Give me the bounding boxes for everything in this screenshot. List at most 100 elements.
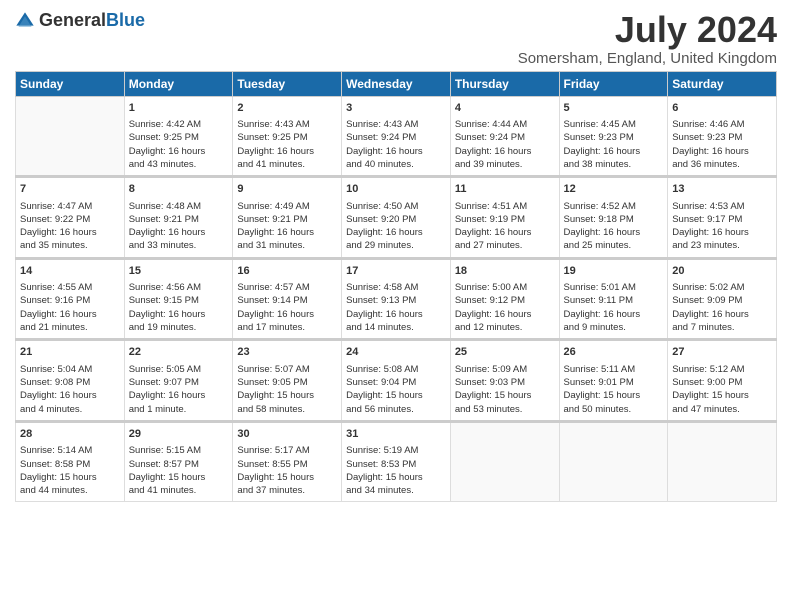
date-number: 14 (20, 264, 120, 279)
cell-text: and 44 minutes. (20, 484, 120, 497)
cell-text: Daylight: 16 hours (455, 226, 555, 239)
cell-text: Sunrise: 4:50 AM (346, 200, 446, 213)
cell-text: Sunrise: 5:19 AM (346, 444, 446, 457)
cell-text: Daylight: 15 hours (672, 389, 772, 402)
cell-text: and 17 minutes. (237, 321, 337, 334)
date-number: 15 (129, 264, 229, 279)
cell-text: Sunset: 9:23 PM (564, 131, 664, 144)
date-number: 9 (237, 182, 337, 197)
cell-text: Sunrise: 5:01 AM (564, 281, 664, 294)
cell-text: Sunrise: 4:42 AM (129, 118, 229, 131)
cell-text: Daylight: 16 hours (346, 308, 446, 321)
cell-text: and 40 minutes. (346, 158, 446, 171)
cell-text: and 33 minutes. (129, 239, 229, 252)
cell-text: Sunset: 9:13 PM (346, 294, 446, 307)
calendar-cell: 24Sunrise: 5:08 AMSunset: 9:04 PMDayligh… (342, 340, 451, 422)
header-cell-saturday: Saturday (668, 71, 777, 96)
calendar-week-3: 14 Sunrise: 4:55 AMSunset: 9:16 PM Dayligh… (16, 258, 777, 340)
cell-text: Daylight: 16 hours (672, 308, 772, 321)
calendar-cell: 1Sunrise: 4:42 AMSunset: 9:25 PMDaylight… (124, 96, 233, 177)
calendar-week-2: 7Sunrise: 4:47 AMSunset: 9:22 PMDaylight… (16, 177, 777, 259)
date-number: 1 (129, 101, 229, 116)
cell-text: Sunset: 9:21 PM (237, 213, 337, 226)
cell-text: Daylight: 16 hours (564, 226, 664, 239)
cell-text: Sunset: 9:18 PM (564, 213, 664, 226)
calendar-cell: 21Sunrise: 5:04 AMSunset: 9:08 PMDayligh… (16, 340, 125, 422)
cell-text: Sunset: 9:16 PM (20, 294, 120, 307)
cell-text: and 39 minutes. (455, 158, 555, 171)
date-number: 21 (20, 345, 120, 360)
cell-text: Daylight: 16 hours (237, 226, 337, 239)
cell-text: and 53 minutes. (455, 403, 555, 416)
cell-text: Sunrise: 4:57 AM (237, 281, 337, 294)
calendar-cell: 17Sunrise: 4:58 AMSunset: 9:13 PMDayligh… (342, 258, 451, 340)
cell-text: Sunrise: 4:52 AM (564, 200, 664, 213)
logo-text-blue: Blue (106, 10, 145, 30)
cell-text: Daylight: 15 hours (237, 389, 337, 402)
cell-text: Sunrise: 4:43 AM (237, 118, 337, 131)
logo-text-general: General (39, 10, 106, 30)
cell-text: and 25 minutes. (564, 239, 664, 252)
cell-text: Sunrise: 5:12 AM (672, 363, 772, 376)
cell-text: Sunrise: 4:53 AM (672, 200, 772, 213)
date-number: 17 (346, 264, 446, 279)
date-number: 19 (564, 264, 664, 279)
cell-text: Sunset: 9:19 PM (455, 213, 555, 226)
cell-text: and 27 minutes. (455, 239, 555, 252)
cell-text: Sunset: 8:53 PM (346, 458, 446, 471)
calendar-cell: 15Sunrise: 4:56 AMSunset: 9:15 PMDayligh… (124, 258, 233, 340)
cell-text: Sunset: 9:22 PM (20, 213, 120, 226)
cell-text: and 58 minutes. (237, 403, 337, 416)
cell-text: Daylight: 16 hours (129, 308, 229, 321)
cell-text: Sunset: 9:07 PM (129, 376, 229, 389)
cell-text: and 23 minutes. (672, 239, 772, 252)
cell-text: and 36 minutes. (672, 158, 772, 171)
calendar-body: 1 Sunrise: 4:42 AM Sunset: 9:25 PM Daylight… (16, 96, 777, 502)
cell-text: and 31 minutes. (237, 239, 337, 252)
cell-text: Sunrise: 4:56 AM (129, 281, 229, 294)
calendar-cell: 29Sunrise: 5:15 AMSunset: 8:57 PMDayligh… (124, 421, 233, 502)
title-area: July 2024 Somersham, England, United Kin… (518, 10, 777, 67)
cell-text: Sunrise: 5:04 AM (20, 363, 120, 376)
cell-text: Sunrise: 4:45 AM (564, 118, 664, 131)
date-number: 2 (237, 101, 337, 116)
cell-text: Daylight: 16 hours (455, 308, 555, 321)
date-number: 26 (564, 345, 664, 360)
cell-text: and 35 minutes. (20, 239, 120, 252)
cell-text: Sunrise: 4:55 AM (20, 281, 120, 294)
date-number: 20 (672, 264, 772, 279)
date-number: 29 (129, 427, 229, 442)
cell-text: and 21 minutes. (20, 321, 120, 334)
cell-text: and 4 minutes. (20, 403, 120, 416)
cell-text: and 41 minutes. (237, 158, 337, 171)
cell-text: Sunrise: 5:08 AM (346, 363, 446, 376)
cell-text: Daylight: 15 hours (455, 389, 555, 402)
cell-text: Daylight: 16 hours (564, 145, 664, 158)
cell-text: Sunset: 8:55 PM (237, 458, 337, 471)
header-row: SundayMondayTuesdayWednesdayThursdayFrid… (16, 71, 777, 96)
cell-text: Daylight: 16 hours (20, 389, 120, 402)
calendar-table: SundayMondayTuesdayWednesdayThursdayFrid… (15, 71, 777, 503)
cell-text: Sunset: 9:25 PM (237, 131, 337, 144)
cell-text: Daylight: 15 hours (346, 471, 446, 484)
calendar-cell: 16Sunrise: 4:57 AMSunset: 9:14 PMDayligh… (233, 258, 342, 340)
cell-text: Daylight: 15 hours (346, 389, 446, 402)
cell-text: Daylight: 16 hours (346, 145, 446, 158)
calendar-week-5: 28Sunrise: 5:14 AMSunset: 8:58 PMDayligh… (16, 421, 777, 502)
date-number: 11 (455, 182, 555, 197)
calendar-cell (668, 421, 777, 502)
date-number: 16 (237, 264, 337, 279)
logo-icon (15, 11, 35, 31)
cell-text: and 29 minutes. (346, 239, 446, 252)
date-number: 12 (564, 182, 664, 197)
cell-text: Sunset: 9:20 PM (346, 213, 446, 226)
date-number: 8 (129, 182, 229, 197)
calendar-cell: 26Sunrise: 5:11 AMSunset: 9:01 PMDayligh… (559, 340, 668, 422)
cell-text: Sunset: 9:14 PM (237, 294, 337, 307)
date-number: 18 (455, 264, 555, 279)
calendar-cell: 12 Sunrise: 4:52 AMSunset: 9:18 PMDayligh… (559, 177, 668, 259)
date-number: 7 (20, 182, 120, 197)
page-container: GeneralBlue July 2024 Somersham, England… (0, 0, 792, 512)
cell-text: Sunrise: 5:02 AM (672, 281, 772, 294)
calendar-cell: 7Sunrise: 4:47 AMSunset: 9:22 PMDaylight… (16, 177, 125, 259)
